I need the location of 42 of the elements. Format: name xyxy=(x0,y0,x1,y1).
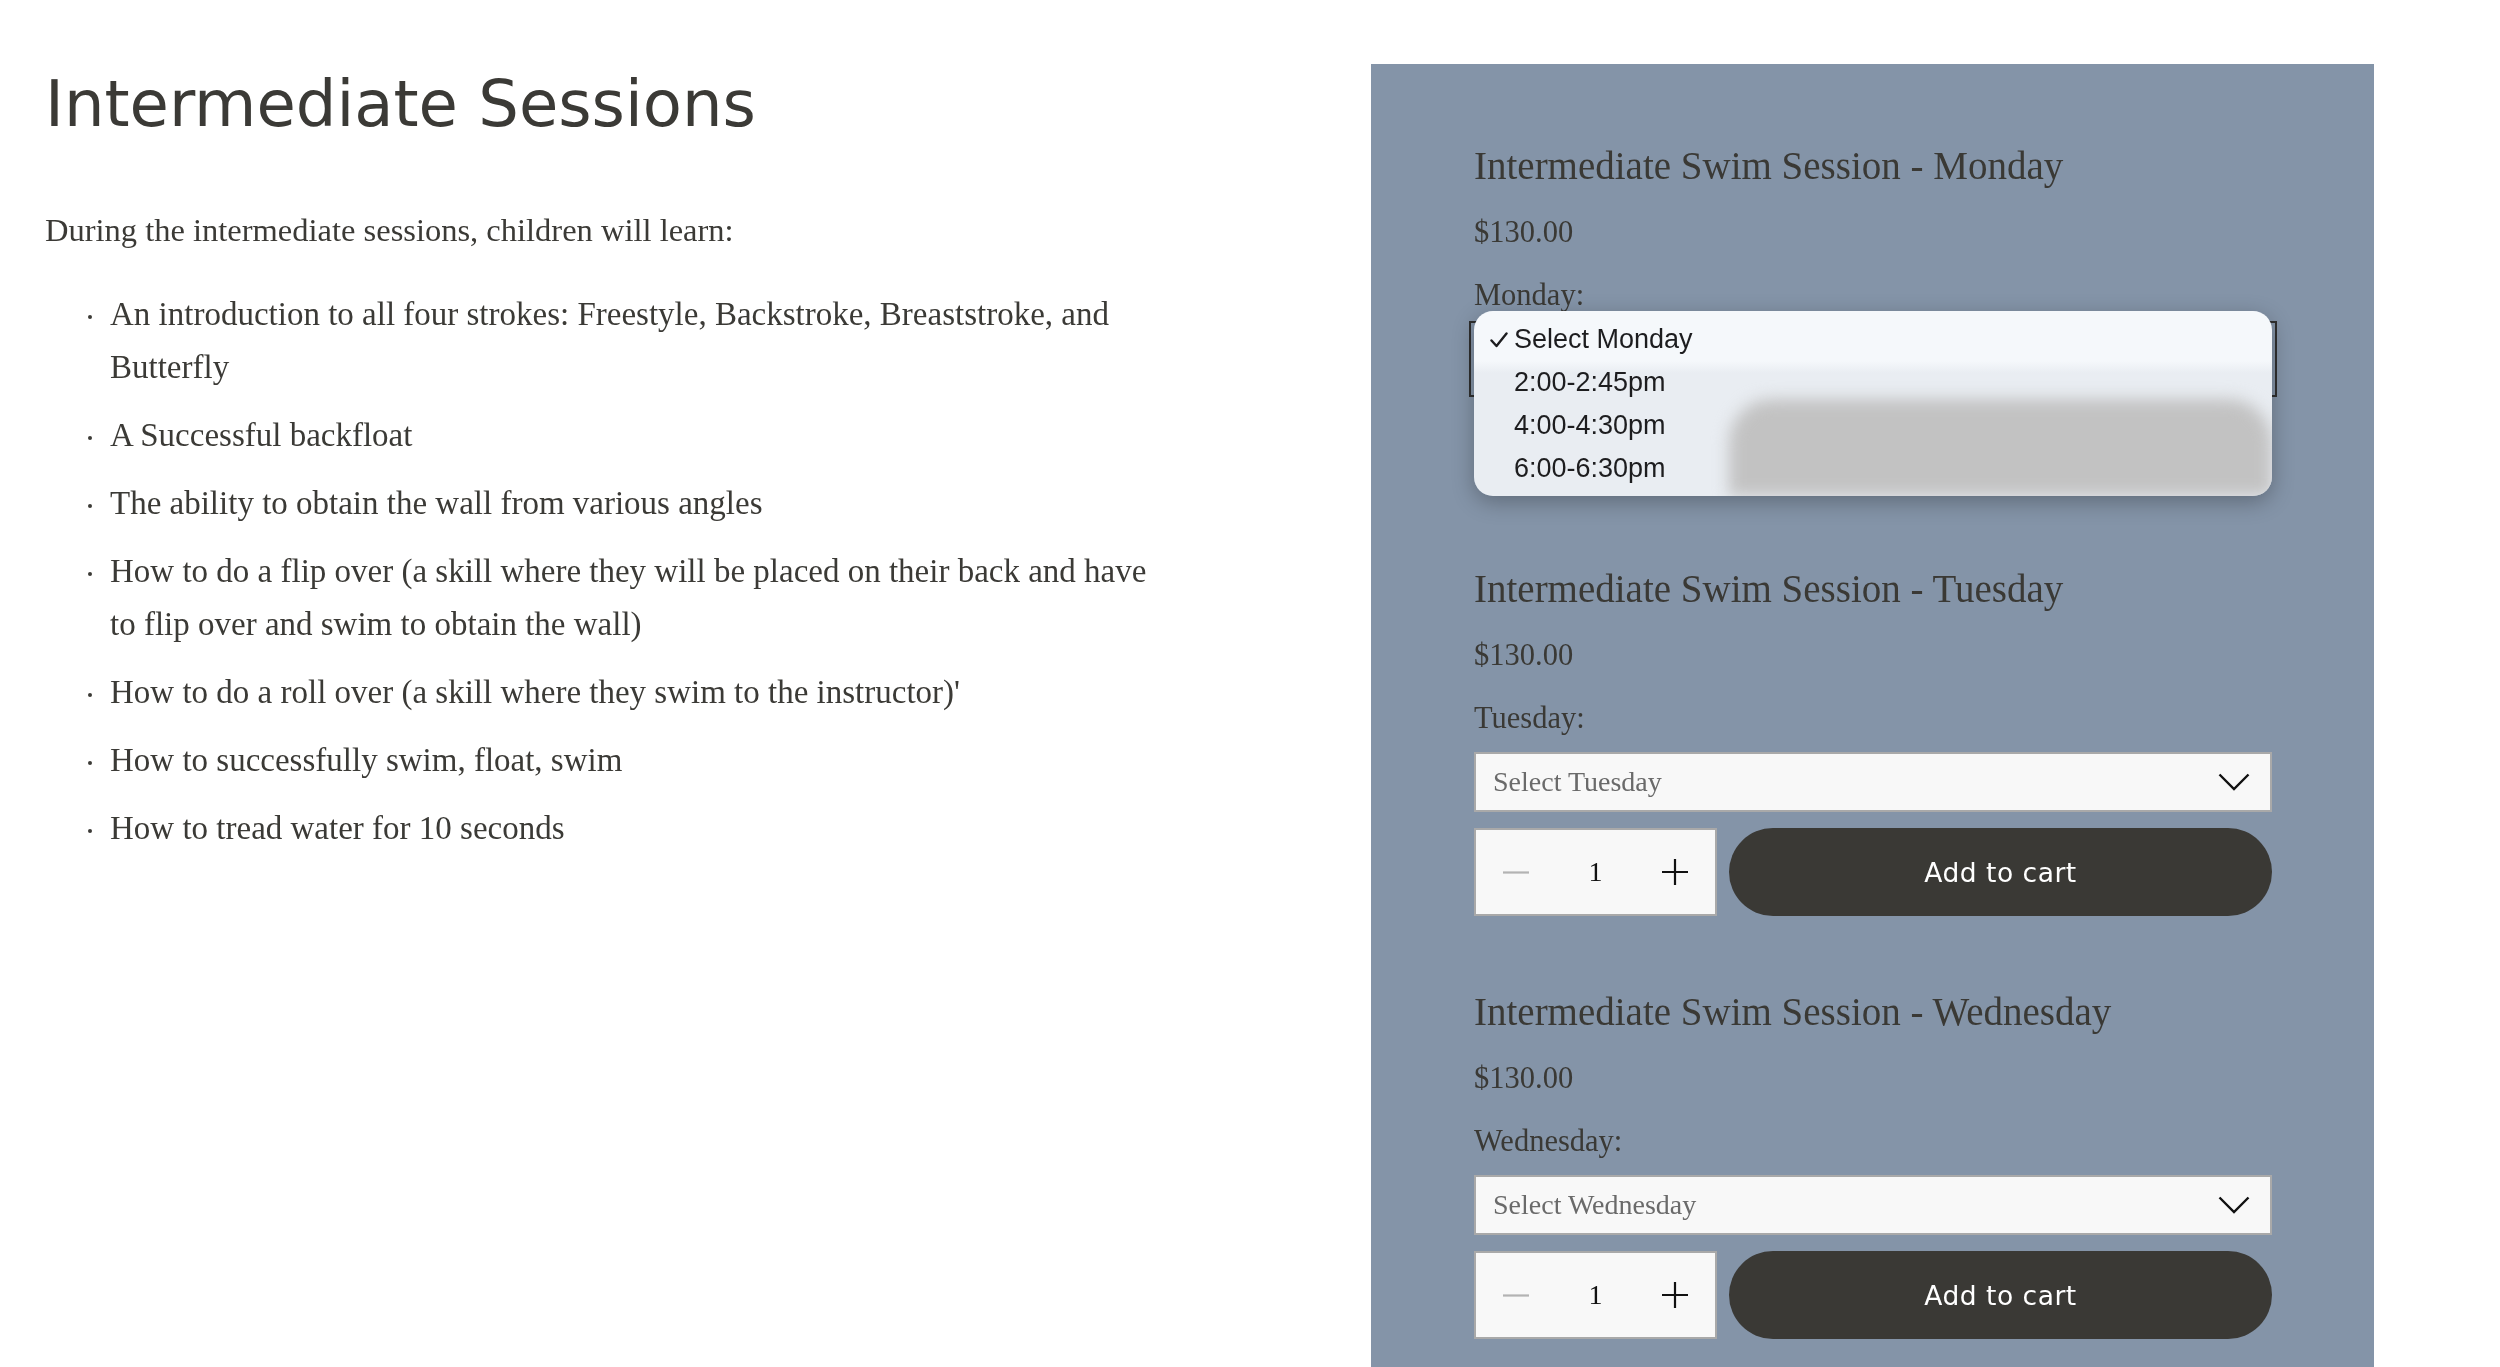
dropdown-option[interactable]: Select Monday xyxy=(1474,318,2272,361)
list-item-text: A Successful backfloat xyxy=(110,416,413,455)
select-label: Tuesday: xyxy=(1474,700,1585,737)
minus-icon xyxy=(1502,870,1529,874)
bullet-icon xyxy=(88,572,92,576)
quantity-value[interactable]: 1 xyxy=(1588,856,1603,888)
list-item-text: How to do a flip over (a skill where they will be placed on their back and have to flip over and swim to obtain the wall) xyxy=(110,552,1148,644)
plus-icon xyxy=(1662,859,1689,885)
minus-icon xyxy=(1502,1293,1529,1297)
bullet-icon xyxy=(88,504,92,508)
product-title: Intermediate Swim Session - Tuesday xyxy=(1474,566,2064,613)
add-to-cart-button[interactable]: Add to cart xyxy=(1729,1251,2272,1339)
product-title: Intermediate Swim Session - Wednesday xyxy=(1474,989,2112,1036)
product-title: Intermediate Swim Session - Monday xyxy=(1474,143,2064,190)
chevron-down-icon xyxy=(2218,773,2250,791)
intro-text: During the intermediate sessions, children will learn: xyxy=(45,211,734,250)
plus-icon xyxy=(1662,1282,1689,1308)
list-item-text: The ability to obtain the wall from various angles xyxy=(110,484,763,523)
chevron-down-icon xyxy=(2218,1196,2250,1214)
bullet-icon xyxy=(88,436,92,440)
dropdown-option[interactable]: 6:00-6:30pm xyxy=(1474,447,2272,490)
select-field[interactable]: Select Tuesday xyxy=(1474,752,2272,812)
dropdown-option[interactable]: 2:00-2:45pm xyxy=(1474,361,2272,404)
product-price: $130.00 xyxy=(1474,214,1574,251)
add-to-cart-button[interactable]: Add to cart xyxy=(1729,828,2272,916)
bullet-icon xyxy=(88,315,92,319)
list-item-text: An introduction to all four strokes: Freestyle, Backstroke, Breaststroke, and Butterfly xyxy=(110,295,1110,387)
list-item-text: How to tread water for 10 seconds xyxy=(110,809,565,848)
select-label: Wednesday: xyxy=(1474,1123,1623,1160)
check-icon xyxy=(1490,331,1508,348)
select-label: Monday: xyxy=(1474,277,1585,314)
product-price: $130.00 xyxy=(1474,1060,1574,1097)
list-item-text: How to do a roll over (a skill where they swim to the instructor)' xyxy=(110,673,960,712)
product-price: $130.00 xyxy=(1474,637,1574,674)
bullet-icon xyxy=(88,829,92,833)
quantity-value[interactable]: 1 xyxy=(1588,1279,1603,1311)
dropdown-option[interactable]: 4:00-4:30pm xyxy=(1474,404,2272,447)
select-field[interactable]: Select Wednesday xyxy=(1474,1175,2272,1235)
page-heading: Intermediate Sessions xyxy=(45,66,756,143)
list-item-text: How to successfully swim, float, swim xyxy=(110,741,623,780)
bullet-icon xyxy=(88,693,92,697)
bullet-icon xyxy=(88,761,92,765)
